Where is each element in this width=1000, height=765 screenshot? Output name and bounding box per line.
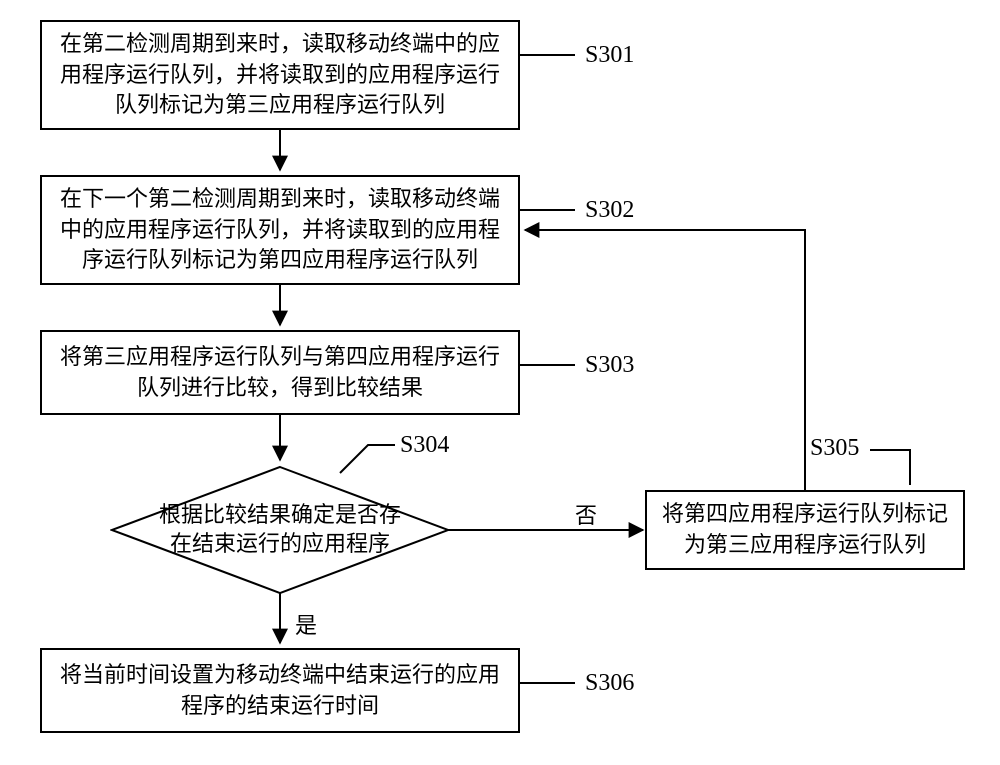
node-s305-text: 将第四应用程序运行队列标记为第三应用程序运行队列 [661,499,949,561]
label-s306: S306 [585,670,634,697]
node-s301-text: 在第二检测周期到来时，读取移动终端中的应用程序运行队列，并将读取到的应用程序运行… [56,29,504,121]
node-s305: 将第四应用程序运行队列标记为第三应用程序运行队列 [645,490,965,570]
leader-s302 [520,200,580,220]
node-s302-text: 在下一个第二检测周期到来时，读取移动终端中的应用程序运行队列，并将读取到的应用程… [56,184,504,276]
arrow-s305-s302 [520,220,820,495]
arrow-s304-s305 [448,520,648,540]
arrow-s303-s304 [270,415,290,465]
node-s306-text: 将当前时间设置为移动终端中结束运行的应用程序的结束运行时间 [56,660,504,722]
leader-s306 [520,673,580,693]
arrow-s302-s303 [270,285,290,330]
leader-s305 [870,440,920,495]
arrow-s304-s306 [270,593,290,648]
leader-s304 [340,435,400,475]
node-s303: 将第三应用程序运行队列与第四应用程序运行队列进行比较，得到比较结果 [40,330,520,415]
arrow-s301-s302 [270,130,290,175]
edge-yes-label: 是 [295,608,317,640]
label-s304: S304 [400,432,449,459]
edge-no-label: 否 [575,498,597,530]
node-s301: 在第二检测周期到来时，读取移动终端中的应用程序运行队列，并将读取到的应用程序运行… [40,20,520,130]
label-s301: S301 [585,42,634,69]
node-s306: 将当前时间设置为移动终端中结束运行的应用程序的结束运行时间 [40,648,520,733]
node-s304: 根据比较结果确定是否存在结束运行的应用程序 [110,465,450,595]
node-s304-text: 根据比较结果确定是否存在结束运行的应用程序 [150,501,410,558]
node-s302: 在下一个第二检测周期到来时，读取移动终端中的应用程序运行队列，并将读取到的应用程… [40,175,520,285]
leader-s301 [520,45,580,65]
node-s303-text: 将第三应用程序运行队列与第四应用程序运行队列进行比较，得到比较结果 [56,342,504,404]
